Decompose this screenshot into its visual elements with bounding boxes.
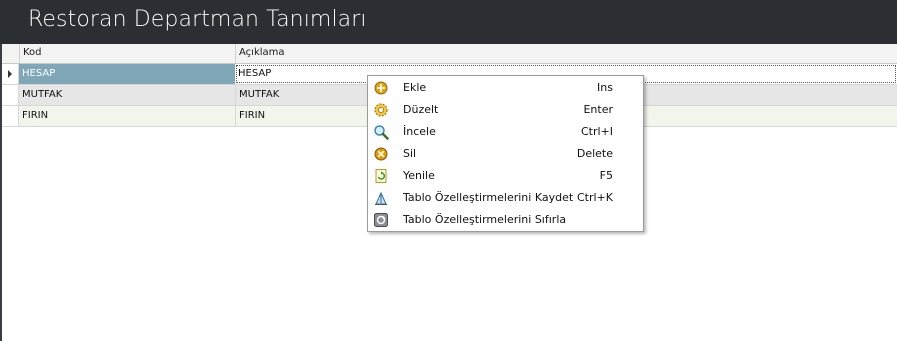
menu-item-label: Yenile bbox=[403, 169, 435, 182]
menu-item-label: İncele bbox=[403, 125, 436, 138]
save-layout-icon bbox=[375, 191, 387, 205]
menu-item-sil[interactable]: Sil Delete bbox=[368, 143, 643, 165]
menu-item-label: Ekle bbox=[403, 81, 427, 94]
menu-item-shortcut: Enter bbox=[583, 103, 613, 116]
column-header-aciklama[interactable]: Açıklama bbox=[235, 44, 897, 63]
magnifier-icon bbox=[374, 125, 389, 140]
column-header-kod[interactable]: Kod bbox=[19, 44, 235, 63]
context-menu: Ekle Ins Düzelt Enter İncele Ctrl+I Sil … bbox=[367, 75, 644, 232]
grid-header: Kod Açıklama bbox=[2, 44, 897, 64]
menu-item-tablo-kaydet[interactable]: Tablo Özelleştirmelerini Kaydet Ctrl+K bbox=[368, 187, 643, 209]
add-icon bbox=[374, 81, 388, 95]
menu-item-label: Tablo Özelleştirmelerini Kaydet bbox=[403, 191, 574, 204]
cell-kod[interactable]: MUTFAK bbox=[19, 85, 235, 105]
current-row-arrow-icon bbox=[8, 70, 12, 78]
menu-item-yenile[interactable]: Yenile F5 bbox=[368, 165, 643, 187]
row-indicator-header bbox=[2, 44, 19, 63]
menu-item-label: Düzelt bbox=[403, 103, 439, 116]
title-bar: Restoran Departman Tanımları bbox=[0, 0, 897, 44]
menu-item-label: Sil bbox=[403, 147, 417, 160]
cell-kod[interactable]: HESAP bbox=[19, 64, 235, 84]
menu-item-tablo-sifirla[interactable]: Tablo Özelleştirmelerini Sıfırla bbox=[368, 209, 643, 231]
menu-item-incele[interactable]: İncele Ctrl+I bbox=[368, 121, 643, 143]
menu-item-duzelt[interactable]: Düzelt Enter bbox=[368, 99, 643, 121]
menu-item-shortcut: F5 bbox=[599, 169, 613, 182]
cell-kod[interactable]: FIRIN bbox=[19, 106, 235, 126]
menu-item-shortcut: Ctrl+K bbox=[576, 191, 613, 204]
reset-layout-icon bbox=[374, 213, 388, 227]
edit-gear-icon bbox=[374, 103, 388, 117]
page-title: Restoran Departman Tanımları bbox=[28, 7, 367, 32]
delete-icon bbox=[374, 147, 388, 161]
row-indicator bbox=[2, 85, 19, 105]
refresh-icon bbox=[375, 169, 387, 183]
menu-item-ekle[interactable]: Ekle Ins bbox=[368, 77, 643, 99]
menu-item-shortcut: Ctrl+I bbox=[580, 125, 613, 138]
row-indicator bbox=[2, 64, 19, 84]
row-indicator bbox=[2, 106, 19, 126]
menu-item-shortcut: Ins bbox=[597, 81, 613, 94]
menu-item-label: Tablo Özelleştirmelerini Sıfırla bbox=[403, 213, 567, 226]
menu-item-shortcut: Delete bbox=[576, 147, 613, 160]
